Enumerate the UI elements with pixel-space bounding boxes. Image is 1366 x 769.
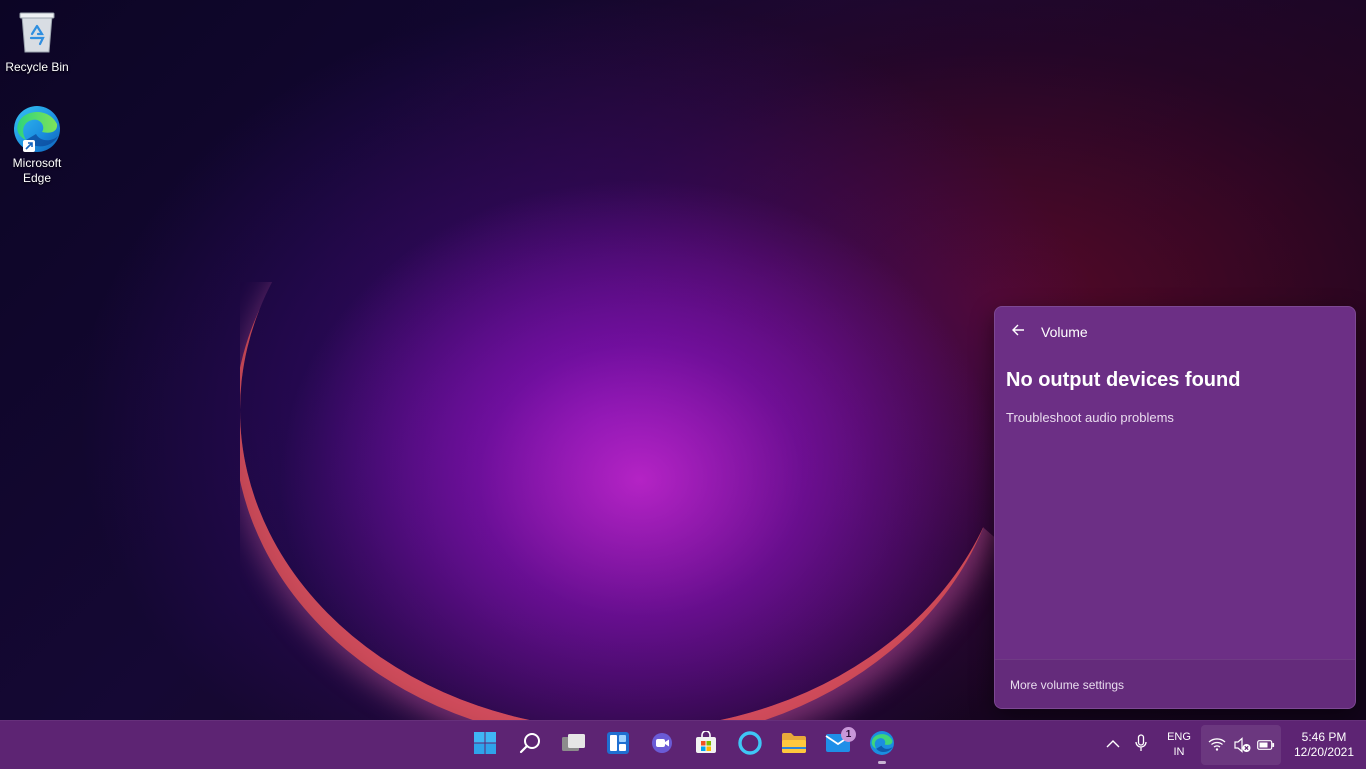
task-view-button[interactable]	[554, 725, 594, 765]
microphone-button[interactable]	[1130, 725, 1152, 765]
search-button[interactable]	[510, 725, 550, 765]
desktop: Recycle Bin Microsoft Edge Volume No out…	[0, 0, 1366, 720]
mail-button[interactable]: 1	[818, 725, 858, 765]
task-view-icon	[561, 732, 587, 759]
search-icon	[518, 731, 542, 760]
widgets-button[interactable]	[598, 725, 638, 765]
show-hidden-icons-button[interactable]	[1102, 725, 1124, 765]
widgets-icon	[606, 731, 630, 760]
clock-date: 12/20/2021	[1293, 745, 1355, 759]
edge-icon	[869, 730, 895, 761]
volume-muted-icon	[1233, 737, 1251, 758]
cortana-icon	[737, 730, 763, 761]
input-language-indicator[interactable]: ENG IN	[1162, 730, 1196, 760]
volume-flyout: Volume No output devices found Troublesh…	[994, 306, 1356, 709]
recycle-bin-label: Recycle Bin	[5, 60, 69, 74]
recycle-bin-icon	[1, 8, 73, 58]
clock-button[interactable]: 5:46 PM 12/20/2021	[1284, 730, 1364, 760]
flyout-footer: More volume settings	[995, 659, 1355, 708]
edge-icon	[12, 104, 62, 154]
no-devices-heading: No output devices found	[1006, 369, 1241, 391]
start-button[interactable]	[465, 725, 505, 765]
quick-settings-button[interactable]	[1201, 725, 1281, 765]
language-code: ENG	[1167, 731, 1191, 743]
battery-icon	[1257, 738, 1275, 756]
edge-label-line1: Microsoft	[12, 156, 62, 170]
store-button[interactable]	[686, 725, 726, 765]
taskbar: 1 ENG IN 5:46 PM 12/20/2021	[0, 720, 1366, 769]
cortana-button[interactable]	[730, 725, 770, 765]
running-indicator	[878, 761, 886, 764]
file-explorer-button[interactable]	[774, 725, 814, 765]
mail-unread-badge: 1	[841, 727, 856, 742]
chat-button[interactable]	[642, 725, 682, 765]
troubleshoot-audio-link[interactable]: Troubleshoot audio problems	[1006, 410, 1174, 425]
wifi-icon	[1208, 737, 1226, 756]
recycle-bin-desktop-icon[interactable]: Recycle Bin	[1, 8, 73, 75]
edge-taskbar-button[interactable]	[862, 725, 902, 765]
region-code: IN	[1173, 746, 1185, 758]
back-button[interactable]	[1005, 319, 1031, 345]
microsoft-store-icon	[694, 729, 718, 760]
windows-start-icon	[473, 731, 497, 760]
clock-time: 5:46 PM	[1301, 730, 1347, 744]
wallpaper-bloom	[240, 282, 1010, 720]
flyout-title: Volume	[1041, 324, 1088, 340]
chat-icon	[650, 731, 674, 760]
chevron-up-icon	[1106, 736, 1120, 754]
flyout-header: Volume	[995, 307, 1355, 357]
shortcut-arrow-icon	[23, 140, 35, 152]
back-arrow-icon	[1011, 323, 1025, 342]
edge-desktop-icon[interactable]: Microsoft Edge	[1, 104, 73, 186]
file-explorer-icon	[781, 732, 807, 759]
microphone-icon	[1134, 733, 1148, 757]
more-volume-settings-link[interactable]: More volume settings	[1010, 678, 1124, 692]
edge-label-line2: Edge	[22, 171, 52, 185]
